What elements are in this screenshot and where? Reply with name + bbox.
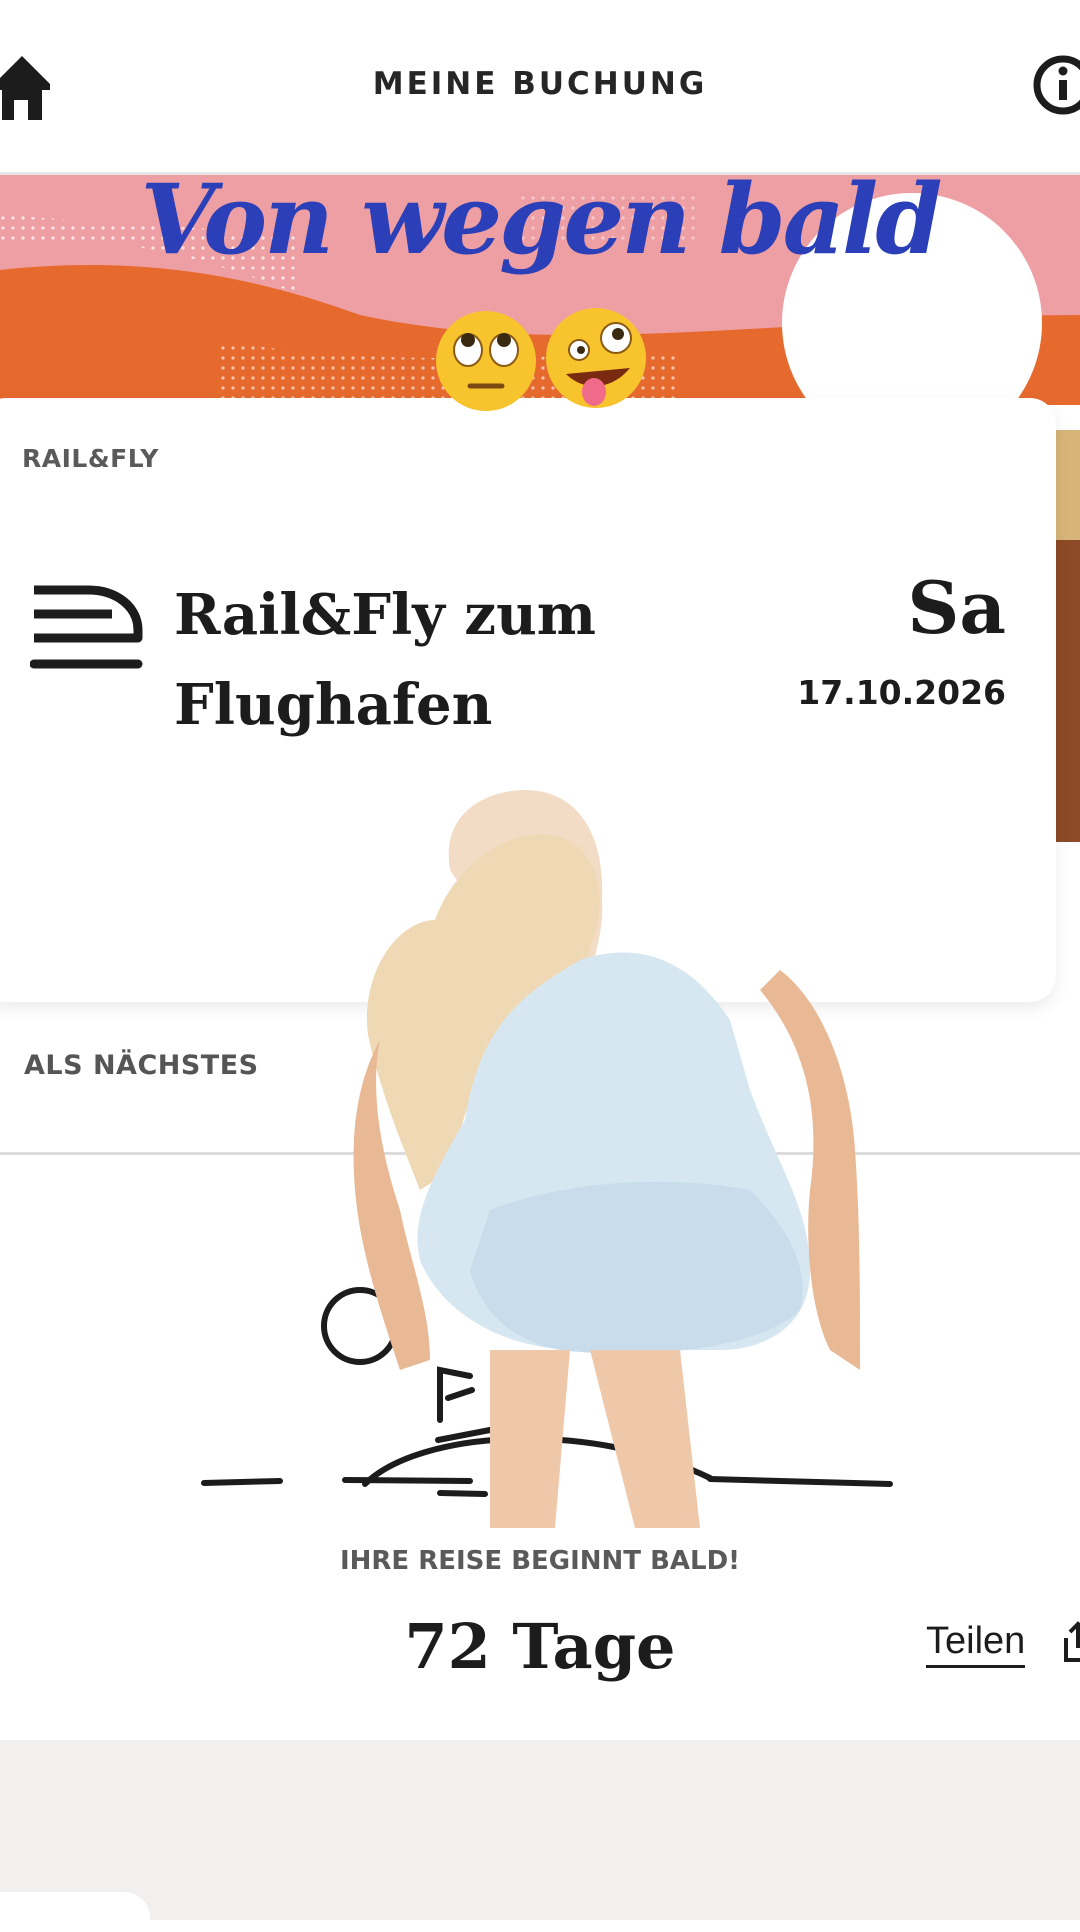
rolling-eyes-emoji [436,311,536,411]
info-icon [1033,55,1080,115]
overlay-caption: Von wegen bald [140,163,943,276]
info-button[interactable] [1030,52,1080,118]
zany-face-emoji [546,308,646,408]
journey-countdown-label: IHRE REISE BEGINNT BALD! [339,1546,741,1576]
trip-date: 17.10.2026 [797,673,1006,712]
page-title: MEINE BUCHUNG [372,66,708,102]
next-section-label: ALS NÄCHSTES [24,1050,259,1081]
days-remaining: 72 Tage [404,1610,676,1683]
train-icon [29,580,150,676]
trip-weekday: Sa [907,565,1006,650]
app-header: MEINE BUCHUNG [0,0,1080,175]
footer-tab [0,1892,150,1932]
share-link[interactable]: Teilen [926,1620,1026,1668]
overlay-emojis [434,306,654,416]
share-icon[interactable] [1062,1620,1080,1664]
booking-type-label: RAIL&FLY [22,444,159,473]
trip-title: Rail&Fly zum Flughafen [174,582,597,738]
person-sticker [340,790,900,1528]
footer-area [0,1740,1080,1920]
